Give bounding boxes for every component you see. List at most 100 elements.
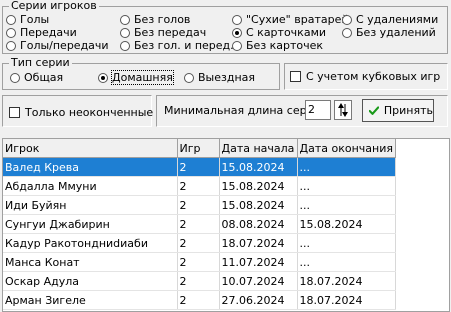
radio-assists-dot[interactable] (6, 27, 16, 38)
radio-no-goals-no-assists[interactable]: Без гол. и перед. (120, 39, 234, 52)
table-cell: Кадур Ракотондниdиаби (3, 233, 178, 253)
radio-type-home-dot[interactable] (98, 72, 108, 83)
radio-type-away-label: Выездная (198, 71, 256, 84)
table-cell: ... (297, 195, 396, 215)
radio-no-cards-label: Без карточек (246, 39, 324, 52)
table-cell: 18.07.2024 (219, 233, 298, 253)
radio-no-dismissals-label: Без удалений (356, 26, 436, 39)
radio-clean-sheets-dot[interactable] (232, 14, 242, 25)
radio-type-away[interactable]: Выездная (184, 71, 255, 84)
table-cell: 08.08.2024 (219, 214, 298, 234)
min-length-spinner[interactable] (334, 100, 352, 120)
radio-type-away-dot[interactable] (184, 72, 194, 83)
table-cell: 15.08.2024 (219, 195, 298, 215)
radio-no-assists[interactable]: Без передач (120, 26, 206, 39)
table-cell: 2 (177, 290, 220, 310)
table-cell: Манса Конат (3, 252, 178, 272)
column-header-start-date[interactable]: Дата начала (219, 139, 298, 158)
radio-assists[interactable]: Передачи (6, 26, 77, 39)
radio-no-goals-no-assists-dot[interactable] (120, 40, 130, 51)
table-cell: 2 (177, 271, 220, 291)
table-cell: ... (297, 252, 396, 272)
table-row[interactable]: Сунгуи Джабирин 2 08.08.2024 15.08.2024 (3, 214, 396, 234)
table-cell: Абдалла Ммуни (3, 176, 178, 196)
unfinished-checkbox-box[interactable] (9, 107, 20, 118)
series-table: Игрок Игр Дата начала Дата окончания Вал… (3, 139, 396, 310)
table-cell: Оскар Адула (3, 271, 178, 291)
radio-goals-dot[interactable] (6, 14, 16, 25)
table-cell: 11.07.2024 (219, 252, 298, 272)
min-length-value: 2 (308, 103, 315, 116)
radio-goals-assists-label: Голы/передачи (20, 39, 109, 52)
radio-goals-assists-dot[interactable] (6, 40, 16, 51)
radio-with-cards-dot[interactable] (232, 27, 242, 38)
radio-clean-sheets-label: "Сухие" вратарей (246, 13, 349, 26)
cup-games-checkbox-box[interactable] (290, 71, 301, 82)
cup-games-checkbox[interactable]: С учетом кубковых игр (290, 70, 440, 83)
table-row[interactable]: Абдалла Ммуни 2 15.08.2024... (3, 176, 396, 196)
spin-arrows-icon (338, 103, 348, 117)
radio-no-assists-dot[interactable] (120, 27, 130, 38)
min-length-input[interactable]: 2 (305, 100, 331, 120)
table-cell: 10.07.2024 (219, 271, 298, 291)
table-cell: ... (297, 157, 396, 177)
table-cell: Валед Крева (3, 157, 178, 177)
min-length-label: Минимальная длина серии (164, 104, 321, 117)
table-row[interactable]: Арман Зигеле 2 27.06.2024 18.07.2024 (3, 290, 396, 310)
radio-clean-sheets[interactable]: "Сухие" вратарей (232, 13, 349, 26)
table-cell: ... (297, 176, 396, 196)
table-cell: Иди Буйян (3, 195, 178, 215)
radio-type-all-dot[interactable] (10, 72, 20, 83)
radio-type-home[interactable]: Домашняя (98, 70, 174, 85)
radio-no-goals-dot[interactable] (120, 14, 130, 25)
table-row[interactable]: Иди Буйян 2 15.08.2024... (3, 195, 396, 215)
table-row[interactable]: Кадур Ракотондниdиаби 2 18.07.2024... (3, 233, 396, 253)
unfinished-checkbox-label: Только неоконченные (25, 106, 154, 119)
table-cell: 18.07.2024 (297, 271, 396, 291)
table-cell: 27.06.2024 (219, 290, 298, 310)
table-cell: 2 (177, 195, 220, 215)
radio-assists-label: Передачи (20, 26, 77, 39)
radio-no-dismissals-dot[interactable] (342, 27, 352, 38)
radio-no-cards-dot[interactable] (232, 40, 242, 51)
series-groupbox-legend: Серии игроков (9, 0, 99, 13)
table-cell: 15.08.2024 (219, 157, 298, 177)
radio-goals[interactable]: Голы (6, 13, 49, 26)
radio-no-goals-no-assists-label: Без гол. и перед. (134, 39, 234, 52)
checkmark-icon (369, 105, 379, 115)
table-cell: 15.08.2024 (219, 176, 298, 196)
table-cell: 2 (177, 157, 220, 177)
radio-type-home-label: Домашняя (111, 70, 174, 85)
radio-with-dismissals-label: С удалениями (356, 13, 439, 26)
table-cell: Сунгуи Джабирин (3, 214, 178, 234)
table-cell: 2 (177, 214, 220, 234)
radio-no-goals-label: Без голов (134, 13, 191, 26)
table-row[interactable]: Манса Конат 2 11.07.2024... (3, 252, 396, 272)
unfinished-checkbox[interactable]: Только неоконченные (9, 106, 153, 119)
accept-button[interactable]: Принять (362, 99, 434, 122)
radio-no-goals[interactable]: Без голов (120, 13, 190, 26)
column-header-games[interactable]: Игр (177, 139, 220, 158)
radio-type-all[interactable]: Общая (10, 71, 63, 84)
column-header-player[interactable]: Игрок (3, 139, 178, 158)
radio-with-cards[interactable]: С карточками (232, 26, 326, 39)
accept-button-label: Принять (383, 104, 433, 117)
table-row[interactable]: Оскар Адула 2 10.07.2024 18.07.2024 (3, 271, 396, 291)
table-cell: 2 (177, 252, 220, 272)
table-cell: 2 (177, 176, 220, 196)
radio-goals-assists[interactable]: Голы/передачи (6, 39, 109, 52)
radio-with-dismissals[interactable]: С удалениями (342, 13, 438, 26)
table-cell: ... (297, 233, 396, 253)
radio-type-all-label: Общая (24, 71, 64, 84)
radio-goals-label: Голы (20, 13, 50, 26)
column-header-end-date[interactable]: Дата окончания (297, 139, 396, 158)
radio-no-assists-label: Без передач (134, 26, 207, 39)
series-type-legend: Тип серии (9, 56, 72, 70)
table-row[interactable]: Валед Крева 2 15.08.2024... (3, 157, 396, 177)
series-results-grid[interactable]: Игрок Игр Дата начала Дата окончания Вал… (2, 138, 450, 312)
radio-with-dismissals-dot[interactable] (342, 14, 352, 25)
table-cell: 2 (177, 233, 220, 253)
table-cell: 18.07.2024 (297, 290, 396, 310)
radio-no-dismissals[interactable]: Без удалений (342, 26, 436, 39)
radio-no-cards[interactable]: Без карточек (232, 39, 323, 52)
